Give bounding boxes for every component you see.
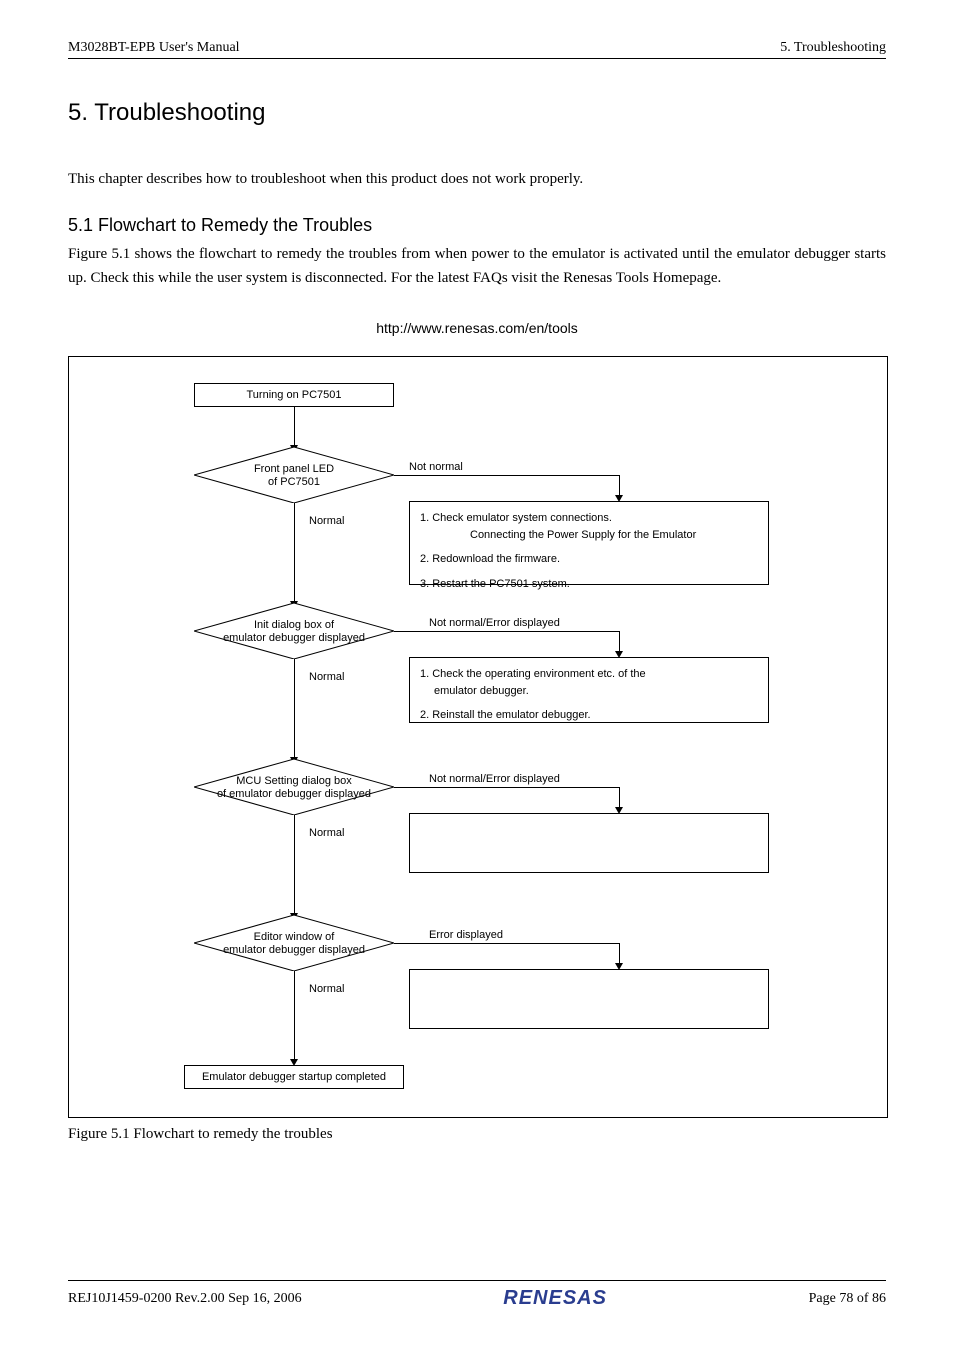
header-right: 5. Troubleshooting [780, 40, 886, 56]
flow-end-text: Emulator debugger startup completed [202, 1071, 386, 1083]
flow-d2-down-label: Normal [309, 671, 344, 683]
footer-left: REJ10J1459-0200 Rev.2.00 Sep 16, 2006 [68, 1291, 302, 1307]
flow-start-text: Turning on PC7501 [247, 389, 342, 401]
figure-caption: Figure 5.1 Flowchart to remedy the troub… [68, 1126, 886, 1143]
section-paragraph: Figure 5.1 shows the flowchart to remedy… [68, 242, 886, 290]
flow-line [294, 971, 295, 1061]
flow-d3-down-label: Normal [309, 827, 344, 839]
flow-decision-d2: Init dialog box ofemulator debugger disp… [194, 603, 394, 659]
flow-d4-down-label: Normal [309, 983, 344, 995]
header-left: M3028BT-EPB User's Manual [68, 40, 240, 56]
flow-decision-d1: Front panel LEDof PC7501 [194, 447, 394, 503]
flow-line [394, 631, 619, 632]
section-heading: 5.1 Flowchart to Remedy the Troubles [68, 215, 886, 236]
flow-d1-right-label: Not normal [409, 461, 463, 473]
intro-paragraph: This chapter describes how to troublesho… [68, 167, 886, 191]
flow-line [619, 475, 620, 497]
flow-action-a2: 1. Check the operating environment etc. … [409, 657, 769, 723]
flow-line [394, 787, 619, 788]
flow-start-box: Turning on PC7501 [194, 383, 394, 407]
footer-right: Page 78 of 86 [809, 1291, 886, 1307]
flow-line [294, 815, 295, 915]
flow-action-a3 [409, 813, 769, 873]
flow-line [619, 787, 620, 809]
flow-line [294, 659, 295, 759]
page-header: M3028BT-EPB User's Manual 5. Troubleshoo… [68, 40, 886, 59]
a1-line1b: Connecting the Power Supply for the Emul… [420, 527, 758, 544]
flow-d3-right-label: Not normal/Error displayed [429, 773, 560, 785]
reference-url: http://www.renesas.com/en/tools [68, 320, 886, 336]
flow-action-a4 [409, 969, 769, 1029]
flow-d2-right-label: Not normal/Error displayed [429, 617, 560, 629]
flow-line [294, 407, 295, 447]
renesas-logo: RENESAS [503, 1287, 607, 1310]
flow-decision-d3: MCU Setting dialog boxof emulator debugg… [194, 759, 394, 815]
a1-line2: 2. Redownload the firmware. [420, 551, 758, 568]
page-footer: REJ10J1459-0200 Rev.2.00 Sep 16, 2006 RE… [68, 1280, 886, 1310]
chapter-title: 5. Troubleshooting [68, 99, 886, 127]
flow-end-box: Emulator debugger startup completed [184, 1065, 404, 1089]
flow-decision-d4: Editor window ofemulator debugger displa… [194, 915, 394, 971]
flowchart-frame: Turning on PC7501 Front panel LEDof PC75… [68, 356, 888, 1118]
flow-line [619, 631, 620, 653]
flow-line [394, 943, 619, 944]
a2-line1b: emulator debugger. [420, 683, 758, 700]
a2-line2: 2. Reinstall the emulator debugger. [420, 707, 758, 724]
a2-line1: 1. Check the operating environment etc. … [420, 666, 758, 683]
flow-line [394, 475, 619, 476]
flow-action-a1: 1. Check emulator system connections. Co… [409, 501, 769, 585]
a1-line1: 1. Check emulator system connections. [420, 510, 758, 527]
flow-line [619, 943, 620, 965]
flow-line [294, 503, 295, 603]
a1-line3: 3. Restart the PC7501 system. [420, 576, 758, 593]
flow-d1-down-label: Normal [309, 515, 344, 527]
flow-d4-right-label: Error displayed [429, 929, 503, 941]
